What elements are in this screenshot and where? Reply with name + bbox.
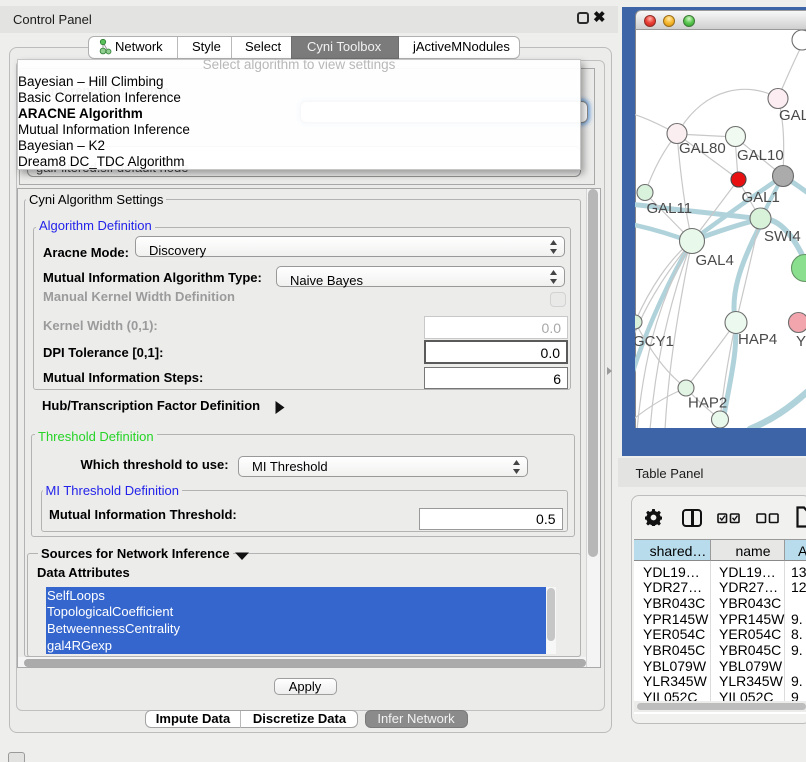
svg-text:HAP4: HAP4 (738, 331, 777, 348)
svg-text:HAP2: HAP2 (688, 395, 727, 412)
svg-text:Y: Y (796, 333, 806, 350)
svg-text:GAL10: GAL10 (737, 147, 784, 164)
svg-text:GAL: GAL (779, 107, 806, 124)
svg-text:GAL1: GAL1 (742, 189, 780, 206)
svg-text:GAL4: GAL4 (696, 252, 734, 269)
svg-text:GCY1: GCY1 (635, 333, 674, 350)
svg-text:GAL11: GAL11 (647, 200, 693, 217)
svg-text:SWI4: SWI4 (764, 228, 801, 245)
svg-text:GAL80: GAL80 (679, 140, 726, 157)
